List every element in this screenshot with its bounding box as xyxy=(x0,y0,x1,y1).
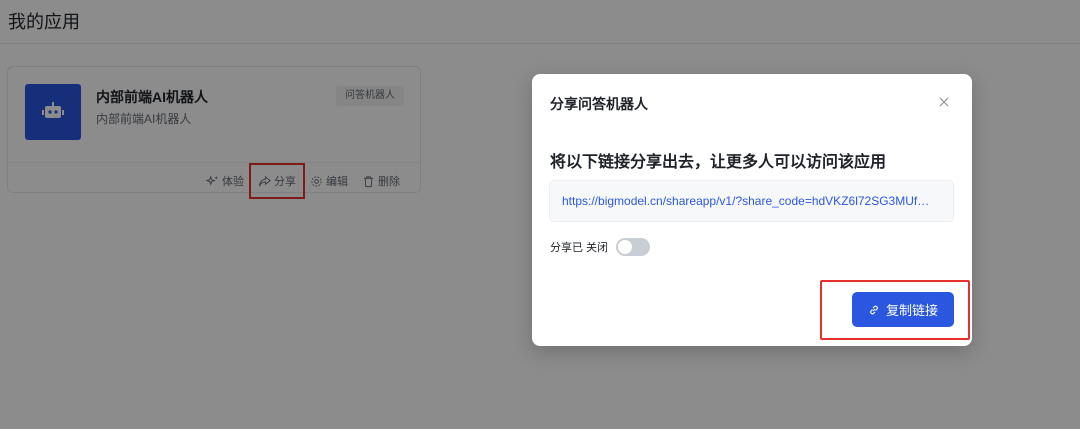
modal-heading: 将以下链接分享出去，让更多人可以访问该应用 xyxy=(550,154,887,171)
share-toggle-row: 分享已 关闭 xyxy=(550,238,651,256)
share-modal: 分享问答机器人 将以下链接分享出去，让更多人可以访问该应用 https://bi… xyxy=(532,74,972,346)
modal-title: 分享问答机器人 xyxy=(550,96,648,112)
share-status-label: 分享已 关闭 xyxy=(550,242,609,254)
share-link-field[interactable]: https://bigmodel.cn/shareapp/v1/?share_c… xyxy=(549,180,954,222)
share-toggle[interactable] xyxy=(616,238,651,256)
close-button[interactable] xyxy=(934,92,954,112)
copy-link-label: 复制链接 xyxy=(885,303,938,318)
toggle-knob xyxy=(618,240,633,254)
copy-link-button[interactable]: 复制链接 xyxy=(852,292,954,327)
close-icon xyxy=(939,97,949,107)
link-icon xyxy=(870,305,878,314)
